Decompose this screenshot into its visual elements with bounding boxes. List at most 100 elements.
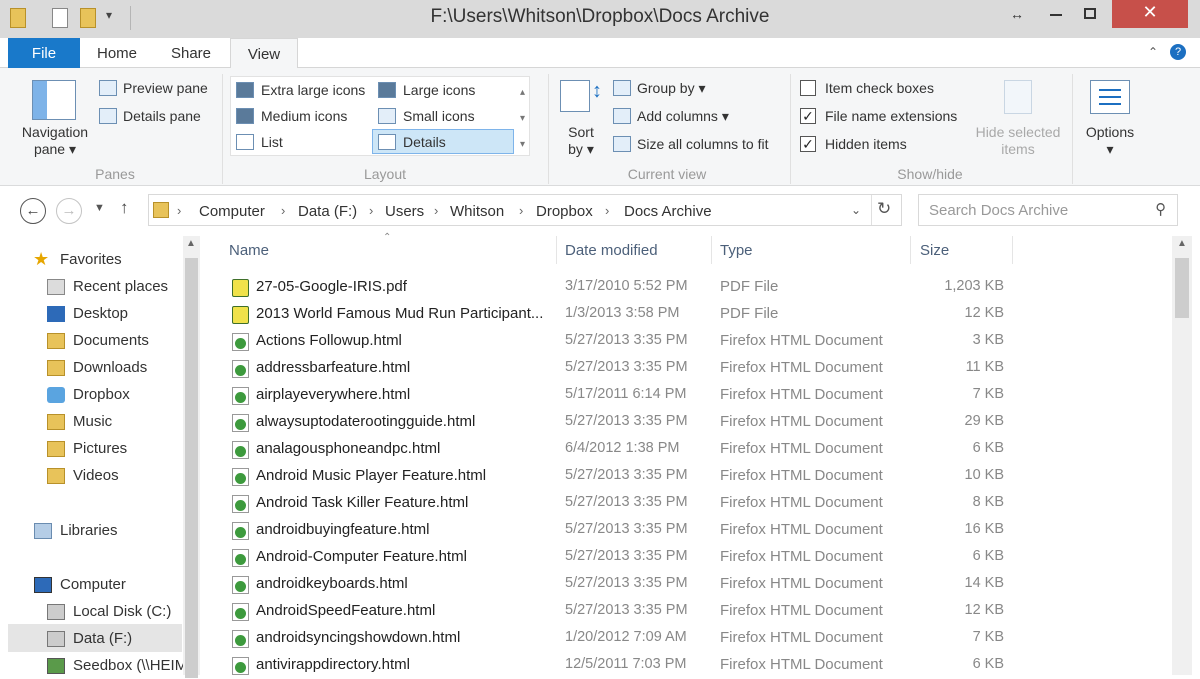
sort-by-button[interactable]: Sort by ▾ xyxy=(561,124,601,158)
gallery-scroll[interactable]: ▴ ▾ ▾ xyxy=(520,80,525,158)
chevron-right-icon[interactable]: › xyxy=(177,203,181,218)
minimize-ribbon-icon[interactable]: ⌃ xyxy=(1148,45,1158,59)
nav-videos[interactable]: Videos xyxy=(73,467,119,484)
item-check-boxes-checkbox[interactable] xyxy=(800,80,816,96)
large-icons-option[interactable]: Large icons xyxy=(403,82,475,98)
column-size[interactable]: Size xyxy=(920,242,949,259)
forward-button[interactable]: → xyxy=(56,198,82,224)
nav-seedbox[interactable]: Seedbox (\\HEIM xyxy=(73,657,187,674)
hide-selected-items-button[interactable]: Hide selected items xyxy=(972,124,1064,158)
breadcrumb-data-f[interactable]: Data (F:) xyxy=(298,203,357,220)
back-button[interactable]: ← xyxy=(20,198,46,224)
refresh-icon[interactable]: ↻ xyxy=(877,199,891,219)
nav-local-disk-c[interactable]: Local Disk (C:) xyxy=(73,603,171,620)
tab-share[interactable]: Share xyxy=(156,38,226,68)
breadcrumb-computer[interactable]: Computer xyxy=(199,203,265,220)
breadcrumb-users[interactable]: Users xyxy=(385,203,424,220)
file-row[interactable]: androidsyncingshowdown.html 1/20/2012 7:0… xyxy=(222,625,1012,652)
search-box[interactable]: Search Docs Archive ⚲ xyxy=(918,194,1178,226)
preview-pane-button[interactable]: Preview pane xyxy=(123,80,208,96)
close-icon: ✕ xyxy=(1142,2,1158,22)
file-size: 10 KB xyxy=(964,467,1005,483)
file-row[interactable]: androidkeyboards.html 5/27/2013 3:35 PM Fi… xyxy=(222,571,1012,598)
column-name[interactable]: Name xyxy=(229,242,269,259)
size-all-columns-button[interactable]: Size all columns to fit xyxy=(637,136,769,152)
music-icon xyxy=(47,414,65,430)
file-type: Firefox HTML Document xyxy=(720,521,883,538)
search-icon[interactable]: ⚲ xyxy=(1155,200,1166,218)
nav-data-f[interactable]: Data (F:) xyxy=(73,630,132,647)
breadcrumb-dropbox[interactable]: Dropbox xyxy=(536,203,593,220)
file-date-modified: 5/27/2013 3:35 PM xyxy=(565,467,688,483)
navigation-pane-button[interactable]: Navigation pane ▾ xyxy=(17,124,93,158)
list-option[interactable]: List xyxy=(261,134,283,150)
nav-scroll-thumb[interactable] xyxy=(185,258,198,678)
nav-favorites[interactable]: Favorites xyxy=(60,251,122,268)
file-row[interactable]: androidbuyingfeature.html 5/27/2013 3:35 … xyxy=(222,517,1012,544)
chevron-right-icon[interactable]: › xyxy=(434,203,438,218)
close-button[interactable]: ✕ xyxy=(1112,0,1188,28)
restore-arrows-icon[interactable]: ↔ xyxy=(1010,6,1034,34)
nav-scrollbar[interactable]: ▲ xyxy=(183,236,200,678)
hidden-items-checkbox[interactable]: ✓ xyxy=(800,136,816,152)
group-by-button[interactable]: Group by ▾ xyxy=(637,80,706,97)
search-input[interactable]: Search Docs Archive xyxy=(929,202,1068,219)
hidden-items-label[interactable]: Hidden items xyxy=(825,136,907,152)
file-row[interactable]: alwaysuptodaterootingguide.html 5/27/2013… xyxy=(222,409,1012,436)
nav-desktop[interactable]: Desktop xyxy=(73,305,128,322)
options-button[interactable]: Options ▾ xyxy=(1080,124,1140,158)
nav-dropbox[interactable]: Dropbox xyxy=(73,386,130,403)
recent-locations-icon[interactable]: ▼ xyxy=(94,202,105,214)
nav-computer[interactable]: Computer xyxy=(60,576,126,593)
medium-icons-option[interactable]: Medium icons xyxy=(261,108,347,124)
file-row[interactable]: AndroidSpeedFeature.html 5/27/2013 3:35 P… xyxy=(222,598,1012,625)
file-name-extensions-label[interactable]: File name extensions xyxy=(825,108,957,124)
options-label: Options xyxy=(1085,124,1135,140)
file-list-scrollbar[interactable]: ▲ xyxy=(1172,236,1192,675)
file-row[interactable]: Android-Computer Feature.html 5/27/2013 3… xyxy=(222,544,1012,571)
tab-file[interactable]: File xyxy=(8,38,80,68)
maximize-button[interactable] xyxy=(1076,0,1104,28)
breadcrumb-docs-archive[interactable]: Docs Archive xyxy=(624,203,712,220)
nav-recent-places[interactable]: Recent places xyxy=(73,278,168,295)
nav-music[interactable]: Music xyxy=(73,413,112,430)
file-row[interactable]: 27-05-Google-IRIS.pdf 3/17/2010 5:52 PM PD… xyxy=(222,274,1012,301)
minimize-button[interactable] xyxy=(1042,0,1070,28)
help-icon[interactable]: ? xyxy=(1170,44,1186,60)
breadcrumb-whitson[interactable]: Whitson xyxy=(450,203,504,220)
column-type[interactable]: Type xyxy=(720,242,753,259)
file-row[interactable]: Android Task Killer Feature.html 5/27/201… xyxy=(222,490,1012,517)
file-row[interactable]: analagousphoneandpc.html 6/4/2012 1:38 PM… xyxy=(222,436,1012,463)
chevron-right-icon[interactable]: › xyxy=(605,203,609,218)
nav-documents[interactable]: Documents xyxy=(73,332,149,349)
tab-home[interactable]: Home xyxy=(84,38,150,68)
file-row[interactable]: airplayeverywhere.html 5/17/2011 6:14 PM F… xyxy=(222,382,1012,409)
file-row[interactable]: 2013 World Famous Mud Run Participant...… xyxy=(222,301,1012,328)
file-date-modified: 5/27/2013 3:35 PM xyxy=(565,332,688,348)
nav-pictures[interactable]: Pictures xyxy=(73,440,127,457)
extra-large-icons-option[interactable]: Extra large icons xyxy=(261,82,365,98)
file-scroll-thumb[interactable] xyxy=(1175,258,1189,318)
file-row[interactable]: Android Music Player Feature.html 5/27/20… xyxy=(222,463,1012,490)
address-bar[interactable]: › Computer › Data (F:) › Users › Whitson… xyxy=(148,194,902,226)
small-icons-option[interactable]: Small icons xyxy=(403,108,475,124)
scroll-up-icon[interactable]: ▲ xyxy=(1177,238,1187,249)
chevron-right-icon[interactable]: › xyxy=(281,203,285,218)
file-row[interactable]: Actions Followup.html 5/27/2013 3:35 PM Fi… xyxy=(222,328,1012,355)
column-date-modified[interactable]: Date modified xyxy=(565,242,658,259)
add-columns-button[interactable]: Add columns ▾ xyxy=(637,108,729,125)
preview-pane-icon xyxy=(99,80,117,96)
item-check-boxes-label[interactable]: Item check boxes xyxy=(825,80,934,96)
group-label-panes: Panes xyxy=(95,166,135,182)
nav-downloads[interactable]: Downloads xyxy=(73,359,147,376)
chevron-right-icon[interactable]: › xyxy=(519,203,523,218)
details-pane-button[interactable]: Details pane xyxy=(123,108,201,124)
address-dropdown-icon[interactable]: ⌄ xyxy=(851,203,861,217)
file-row[interactable]: addressbarfeature.html 5/27/2013 3:35 PM F… xyxy=(222,355,1012,382)
up-button[interactable]: ↑ xyxy=(120,198,129,218)
tab-view[interactable]: View xyxy=(230,38,298,69)
scroll-up-icon[interactable]: ▲ xyxy=(186,238,196,249)
file-name-extensions-checkbox[interactable]: ✓ xyxy=(800,108,816,124)
nav-libraries[interactable]: Libraries xyxy=(60,522,118,539)
chevron-right-icon[interactable]: › xyxy=(369,203,373,218)
